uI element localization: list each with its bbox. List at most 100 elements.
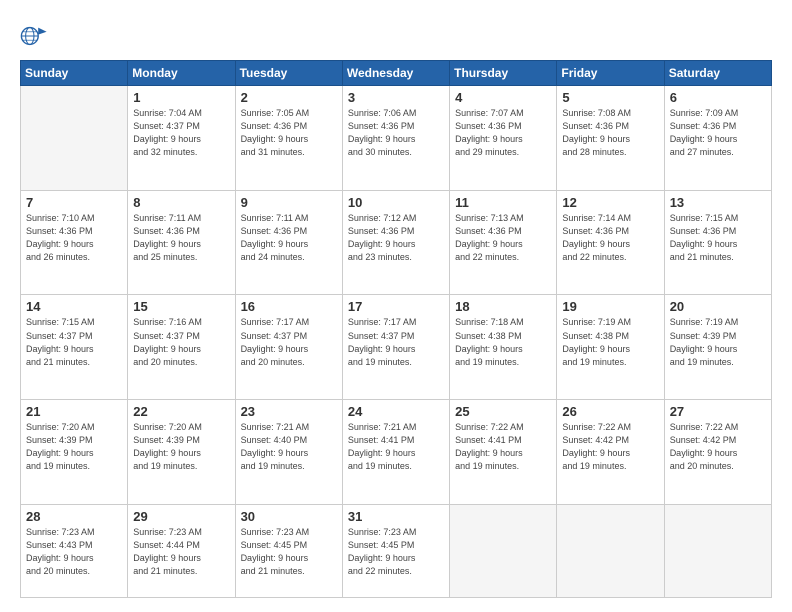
day-info: Sunrise: 7:16 AMSunset: 4:37 PMDaylight:… — [133, 316, 229, 368]
day-info: Sunrise: 7:13 AMSunset: 4:36 PMDaylight:… — [455, 212, 551, 264]
calendar-cell: 12 Sunrise: 7:14 AMSunset: 4:36 PMDayligh… — [557, 190, 664, 295]
day-number: 24 — [348, 404, 444, 419]
calendar-cell: 17 Sunrise: 7:17 AMSunset: 4:37 PMDayligh… — [342, 295, 449, 400]
calendar-week-row: 14Sunrise: 7:15 AMSunset: 4:37 PMDayligh… — [21, 295, 772, 400]
day-info: Sunrise: 7:23 AMSunset: 4:45 PMDaylight:… — [241, 526, 337, 578]
day-info: Sunrise: 7:20 AMSunset: 4:39 PMDaylight:… — [26, 421, 122, 473]
day-number: 7 — [26, 195, 122, 210]
day-number: 4 — [455, 90, 551, 105]
day-header-friday: Friday — [557, 61, 664, 86]
day-header-monday: Monday — [128, 61, 235, 86]
calendar-cell: 7 Sunrise: 7:10 AMSunset: 4:36 PMDaylight… — [21, 190, 128, 295]
day-info: Sunrise: 7:07 AMSunset: 4:36 PMDaylight:… — [455, 107, 551, 159]
calendar-cell: 10Sunrise: 7:12 AMSunset: 4:36 PMDayligh… — [342, 190, 449, 295]
calendar-header-row: SundayMondayTuesdayWednesdayThursdayFrid… — [21, 61, 772, 86]
calendar-cell — [557, 504, 664, 597]
day-info: Sunrise: 7:11 AMSunset: 4:36 PMDaylight:… — [133, 212, 229, 264]
day-info: Sunrise: 7:04 AMSunset: 4:37 PMDaylight:… — [133, 107, 229, 159]
day-number: 27 — [670, 404, 766, 419]
day-number: 30 — [241, 509, 337, 524]
header — [20, 18, 772, 50]
day-number: 29 — [133, 509, 229, 524]
day-number: 22 — [133, 404, 229, 419]
day-header-sunday: Sunday — [21, 61, 128, 86]
day-info: Sunrise: 7:19 AMSunset: 4:38 PMDaylight:… — [562, 316, 658, 368]
day-number: 2 — [241, 90, 337, 105]
day-info: Sunrise: 7:23 AMSunset: 4:43 PMDaylight:… — [26, 526, 122, 578]
day-info: Sunrise: 7:23 AMSunset: 4:45 PMDaylight:… — [348, 526, 444, 578]
calendar-cell: 16 Sunrise: 7:17 AMSunset: 4:37 PMDayligh… — [235, 295, 342, 400]
day-number: 26 — [562, 404, 658, 419]
day-number: 21 — [26, 404, 122, 419]
day-header-thursday: Thursday — [450, 61, 557, 86]
day-info: Sunrise: 7:19 AMSunset: 4:39 PMDaylight:… — [670, 316, 766, 368]
day-info: Sunrise: 7:22 AMSunset: 4:41 PMDaylight:… — [455, 421, 551, 473]
day-header-tuesday: Tuesday — [235, 61, 342, 86]
day-number: 25 — [455, 404, 551, 419]
day-info: Sunrise: 7:21 AMSunset: 4:40 PMDaylight:… — [241, 421, 337, 473]
day-info: Sunrise: 7:06 AMSunset: 4:36 PMDaylight:… — [348, 107, 444, 159]
calendar-cell: 24 Sunrise: 7:21 AMSunset: 4:41 PMDayligh… — [342, 400, 449, 505]
calendar-cell: 14Sunrise: 7:15 AMSunset: 4:37 PMDayligh… — [21, 295, 128, 400]
day-number: 31 — [348, 509, 444, 524]
day-number: 17 — [348, 299, 444, 314]
day-number: 19 — [562, 299, 658, 314]
day-info: Sunrise: 7:14 AMSunset: 4:36 PMDaylight:… — [562, 212, 658, 264]
calendar-cell: 23 Sunrise: 7:21 AMSunset: 4:40 PMDayligh… — [235, 400, 342, 505]
day-info: Sunrise: 7:08 AMSunset: 4:36 PMDaylight:… — [562, 107, 658, 159]
day-info: Sunrise: 7:05 AMSunset: 4:36 PMDaylight:… — [241, 107, 337, 159]
calendar-cell — [664, 504, 771, 597]
day-number: 14 — [26, 299, 122, 314]
day-number: 23 — [241, 404, 337, 419]
day-info: Sunrise: 7:17 AMSunset: 4:37 PMDaylight:… — [348, 316, 444, 368]
day-info: Sunrise: 7:22 AMSunset: 4:42 PMDaylight:… — [562, 421, 658, 473]
calendar-cell: 5Sunrise: 7:08 AMSunset: 4:36 PMDaylight… — [557, 86, 664, 191]
day-number: 8 — [133, 195, 229, 210]
calendar-cell: 28 Sunrise: 7:23 AMSunset: 4:43 PMDayligh… — [21, 504, 128, 597]
day-number: 12 — [562, 195, 658, 210]
day-number: 16 — [241, 299, 337, 314]
calendar-cell: 18 Sunrise: 7:18 AMSunset: 4:38 PMDayligh… — [450, 295, 557, 400]
day-number: 11 — [455, 195, 551, 210]
day-number: 28 — [26, 509, 122, 524]
calendar-cell: 11 Sunrise: 7:13 AMSunset: 4:36 PMDayligh… — [450, 190, 557, 295]
calendar-week-row: 28 Sunrise: 7:23 AMSunset: 4:43 PMDayligh… — [21, 504, 772, 597]
calendar-week-row: 1Sunrise: 7:04 AMSunset: 4:37 PMDaylight… — [21, 86, 772, 191]
calendar-week-row: 7 Sunrise: 7:10 AMSunset: 4:36 PMDaylight… — [21, 190, 772, 295]
calendar-cell: 22 Sunrise: 7:20 AMSunset: 4:39 PMDayligh… — [128, 400, 235, 505]
day-number: 18 — [455, 299, 551, 314]
day-info: Sunrise: 7:18 AMSunset: 4:38 PMDaylight:… — [455, 316, 551, 368]
calendar-cell: 31 Sunrise: 7:23 AMSunset: 4:45 PMDayligh… — [342, 504, 449, 597]
calendar-cell: 1Sunrise: 7:04 AMSunset: 4:37 PMDaylight… — [128, 86, 235, 191]
calendar-cell: 13Sunrise: 7:15 AMSunset: 4:36 PMDayligh… — [664, 190, 771, 295]
day-number: 20 — [670, 299, 766, 314]
calendar-cell: 20 Sunrise: 7:19 AMSunset: 4:39 PMDayligh… — [664, 295, 771, 400]
day-info: Sunrise: 7:17 AMSunset: 4:37 PMDaylight:… — [241, 316, 337, 368]
calendar-cell — [21, 86, 128, 191]
calendar-cell: 2 Sunrise: 7:05 AMSunset: 4:36 PMDaylight… — [235, 86, 342, 191]
calendar-cell: 15Sunrise: 7:16 AMSunset: 4:37 PMDayligh… — [128, 295, 235, 400]
calendar-cell: 9 Sunrise: 7:11 AMSunset: 4:36 PMDaylight… — [235, 190, 342, 295]
logo — [20, 22, 52, 50]
day-info: Sunrise: 7:22 AMSunset: 4:42 PMDaylight:… — [670, 421, 766, 473]
page: SundayMondayTuesdayWednesdayThursdayFrid… — [0, 0, 792, 612]
day-info: Sunrise: 7:15 AMSunset: 4:36 PMDaylight:… — [670, 212, 766, 264]
day-header-wednesday: Wednesday — [342, 61, 449, 86]
logo-icon — [20, 22, 48, 50]
day-number: 10 — [348, 195, 444, 210]
calendar-cell: 4 Sunrise: 7:07 AMSunset: 4:36 PMDaylight… — [450, 86, 557, 191]
day-info: Sunrise: 7:10 AMSunset: 4:36 PMDaylight:… — [26, 212, 122, 264]
day-number: 6 — [670, 90, 766, 105]
day-info: Sunrise: 7:20 AMSunset: 4:39 PMDaylight:… — [133, 421, 229, 473]
day-info: Sunrise: 7:11 AMSunset: 4:36 PMDaylight:… — [241, 212, 337, 264]
calendar-cell: 3Sunrise: 7:06 AMSunset: 4:36 PMDaylight… — [342, 86, 449, 191]
calendar-cell: 30 Sunrise: 7:23 AMSunset: 4:45 PMDayligh… — [235, 504, 342, 597]
day-info: Sunrise: 7:09 AMSunset: 4:36 PMDaylight:… — [670, 107, 766, 159]
calendar-cell: 26 Sunrise: 7:22 AMSunset: 4:42 PMDayligh… — [557, 400, 664, 505]
day-info: Sunrise: 7:21 AMSunset: 4:41 PMDaylight:… — [348, 421, 444, 473]
day-number: 9 — [241, 195, 337, 210]
calendar-cell — [450, 504, 557, 597]
calendar-week-row: 21 Sunrise: 7:20 AMSunset: 4:39 PMDayligh… — [21, 400, 772, 505]
calendar-cell: 25 Sunrise: 7:22 AMSunset: 4:41 PMDayligh… — [450, 400, 557, 505]
day-info: Sunrise: 7:23 AMSunset: 4:44 PMDaylight:… — [133, 526, 229, 578]
